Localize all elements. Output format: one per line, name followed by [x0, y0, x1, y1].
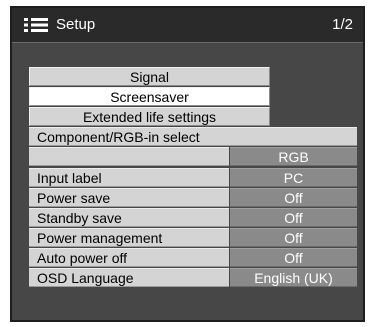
- setting-label: Input label: [29, 168, 229, 187]
- setting-value[interactable]: English (UK): [230, 268, 357, 287]
- setting-row-auto-power-off[interactable]: Auto power off Off: [29, 248, 357, 267]
- setting-row-power-save[interactable]: Power save Off: [29, 188, 357, 207]
- setup-menu-window: Setup 1/2 Signal Screensaver Extended li…: [10, 6, 365, 322]
- screensaver-button[interactable]: Screensaver: [29, 87, 270, 106]
- setting-value[interactable]: PC: [230, 168, 357, 187]
- page-indicator: 1/2: [332, 16, 353, 33]
- setting-label: OSD Language: [29, 268, 229, 287]
- page-title: Setup: [56, 16, 96, 33]
- setting-value[interactable]: Off: [230, 208, 357, 227]
- signal-button[interactable]: Signal: [29, 67, 270, 86]
- setting-value[interactable]: Off: [230, 188, 357, 207]
- setting-label: Power management: [29, 228, 229, 247]
- setting-label: Standby save: [29, 208, 229, 227]
- setting-label: Power save: [29, 188, 229, 207]
- title-bar: Setup 1/2: [12, 8, 363, 43]
- setting-row-standby-save[interactable]: Standby save Off: [29, 208, 357, 227]
- component-rgb-select-row[interactable]: RGB: [29, 147, 357, 166]
- setting-row-input-label[interactable]: Input label PC: [29, 168, 357, 187]
- extended-life-settings-button[interactable]: Extended life settings: [29, 107, 270, 126]
- setting-row-osd-language[interactable]: OSD Language English (UK): [29, 268, 357, 287]
- setting-value[interactable]: Off: [230, 228, 357, 247]
- menu-list-icon: [24, 18, 48, 32]
- setting-value[interactable]: Off: [230, 248, 357, 267]
- setting-row-power-management[interactable]: Power management Off: [29, 228, 357, 247]
- component-rgb-select-value[interactable]: RGB: [230, 147, 357, 166]
- setting-label: Auto power off: [29, 248, 229, 267]
- component-rgb-select-label: Component/RGB-in select: [29, 127, 357, 146]
- component-rgb-select-spacer: [29, 147, 229, 166]
